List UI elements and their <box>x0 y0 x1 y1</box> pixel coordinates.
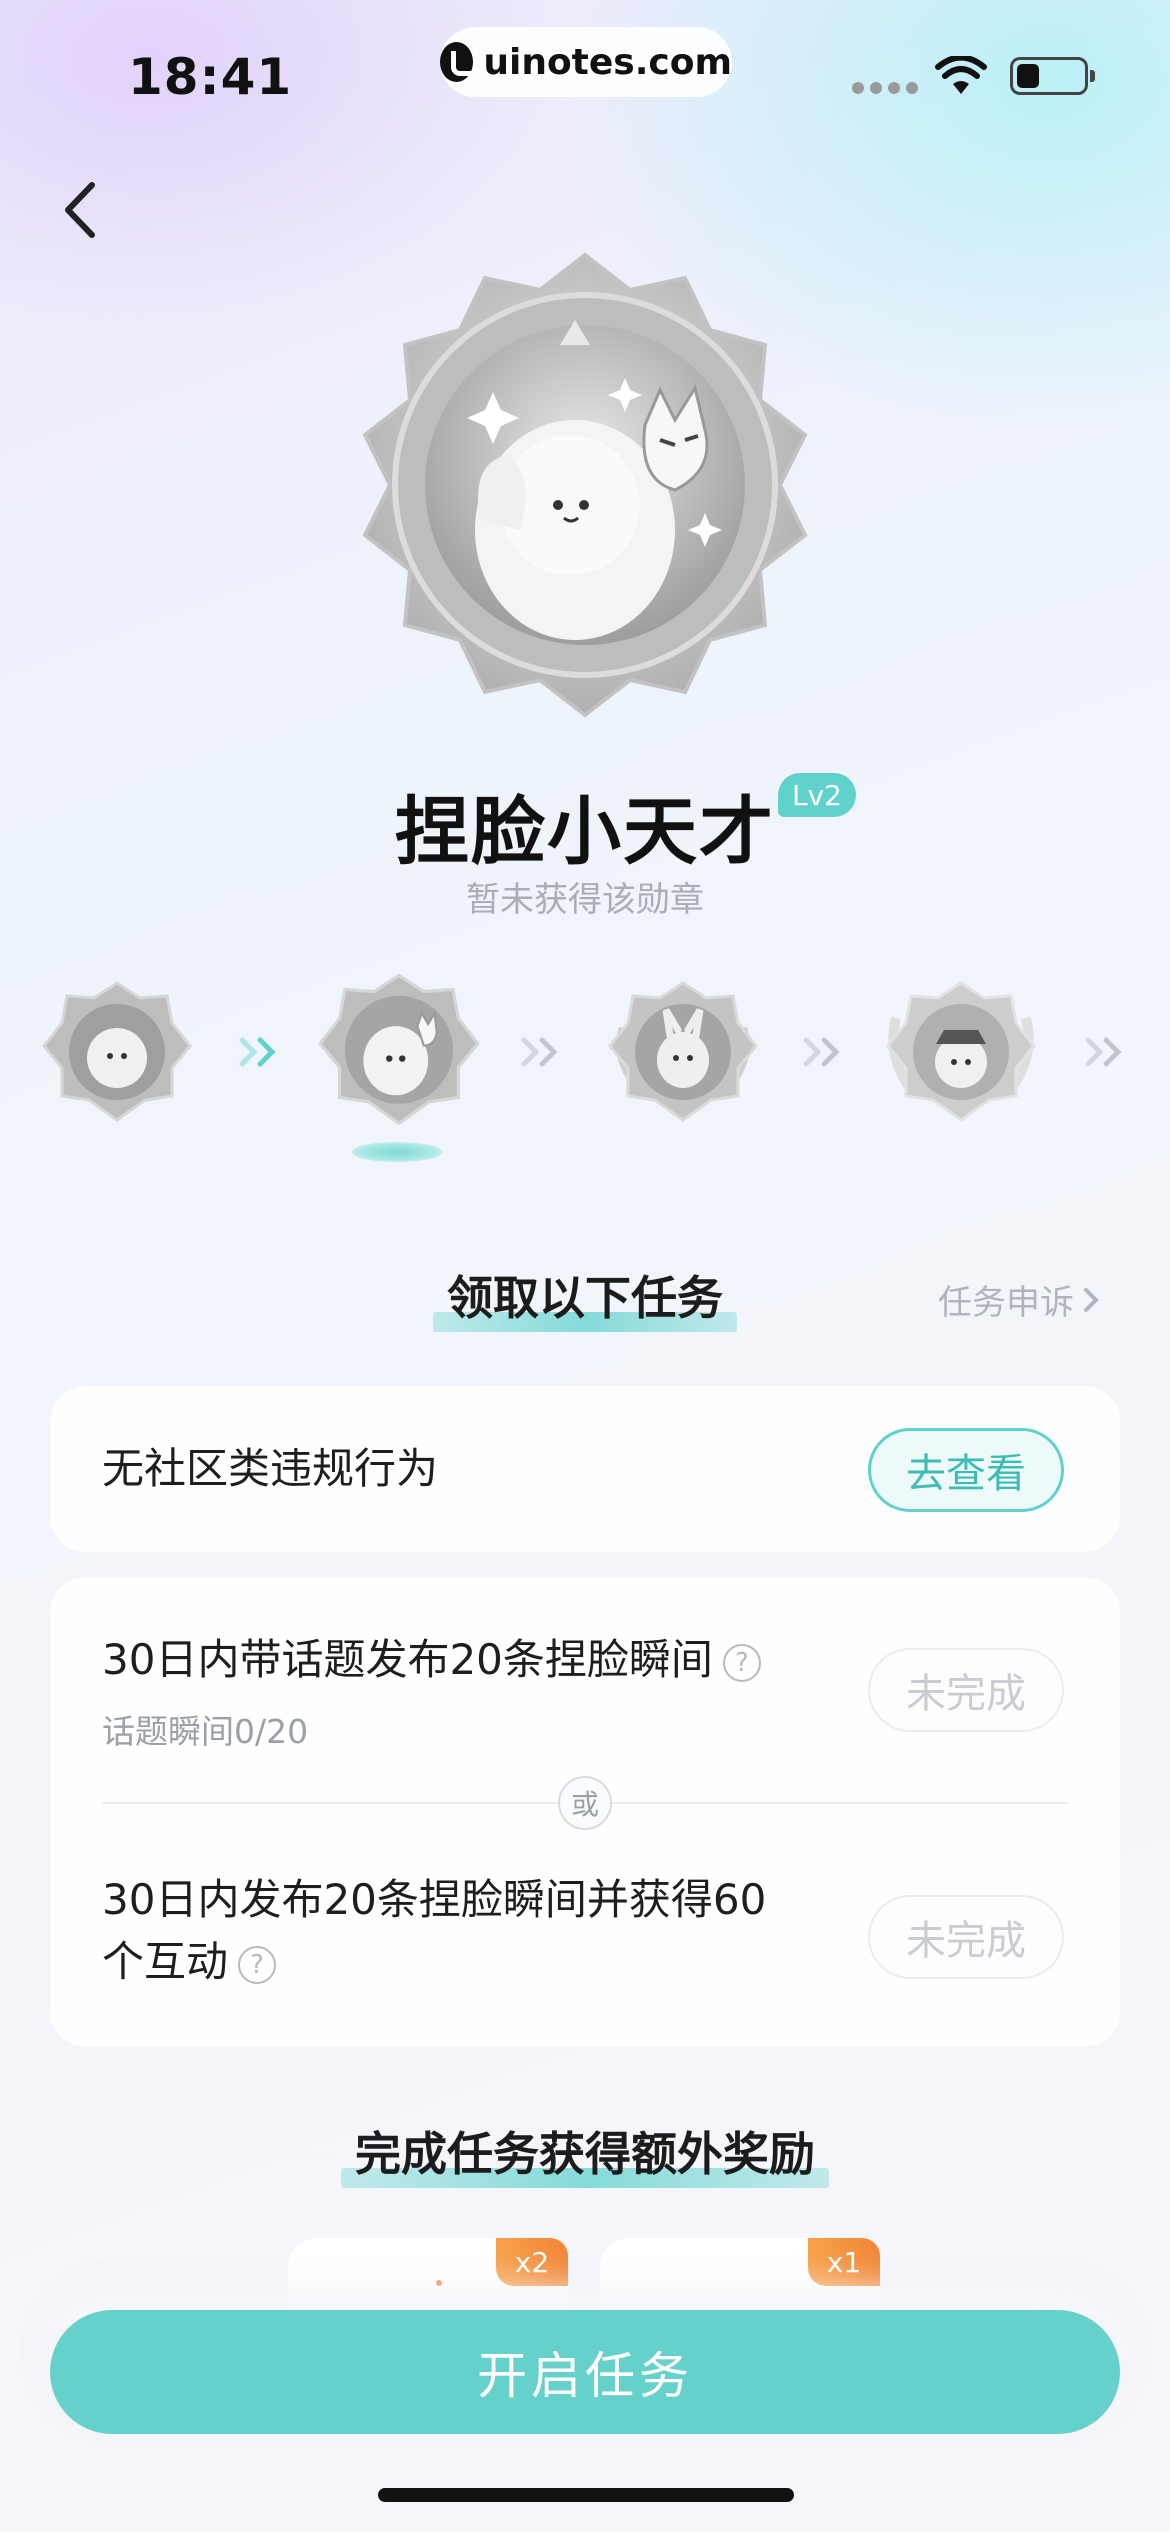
site-logo-icon <box>440 42 480 82</box>
chevron-double-right-icon <box>239 1037 276 1067</box>
chevron-double-right-icon <box>803 1037 840 1067</box>
signal-icon <box>852 82 918 94</box>
task-interaction-line2-row: 个互动? <box>102 1931 277 1993</box>
incomplete-button-interaction[interactable]: 未完成 <box>868 1895 1064 1979</box>
status-time: 18:41 <box>128 48 293 106</box>
rewards-section-title-text: 完成任务获得额外奖励 <box>341 2118 829 2188</box>
task-topic-text: 30日内带话题发布20条捏脸瞬间 <box>102 1635 713 1684</box>
reward-multiplier-tag: x1 <box>808 2238 880 2286</box>
chevron-right-icon <box>1084 1287 1099 1312</box>
badge-title-row: 捏脸小天才 <box>0 772 1170 879</box>
url-pill[interactable]: uinotes.com <box>440 27 732 97</box>
task-appeal-label: 任务申诉 <box>938 1283 1074 1323</box>
level-1-badge[interactable] <box>42 978 192 1128</box>
help-icon[interactable]: ? <box>238 1945 277 1984</box>
wifi-icon <box>935 56 987 94</box>
task-interaction-line1: 30日内发布20条捏脸瞬间并获得60 <box>102 1875 767 1924</box>
task-appeal-link[interactable]: 任务申诉 <box>938 1275 1102 1324</box>
reward-multiplier-tag: x2 <box>496 2238 568 2286</box>
tasks-section-title-text: 领取以下任务 <box>433 1262 737 1332</box>
badge-status: 暂未获得该勋章 <box>466 880 704 920</box>
start-task-button[interactable]: 开启任务 <box>50 2310 1120 2434</box>
incomplete-button-topic[interactable]: 未完成 <box>868 1648 1064 1732</box>
battery-icon <box>1010 57 1095 95</box>
rewards-section-title: 完成任务获得额外奖励 <box>0 2118 1170 2188</box>
task-topic-progress: 话题瞬间0/20 <box>102 1712 309 1751</box>
view-button[interactable]: 去查看 <box>868 1428 1064 1512</box>
level-tag: Lv2 <box>778 773 856 817</box>
chevron-double-right-icon <box>521 1037 558 1067</box>
task-community-text: 无社区类违规行为 <box>102 1444 439 1493</box>
help-icon[interactable]: ? <box>722 1643 761 1682</box>
task-topic-row: 30日内带话题发布20条捏脸瞬间? <box>102 1629 761 1691</box>
level-4-badge[interactable] <box>886 978 1036 1128</box>
or-label: 或 <box>558 1776 612 1830</box>
task-interaction-line2: 个互动 <box>102 1937 229 1986</box>
chevron-double-right-icon <box>1085 1037 1122 1067</box>
level-3-badge[interactable] <box>608 978 758 1128</box>
active-level-indicator <box>352 1142 442 1162</box>
url-text: uinotes.com <box>483 41 732 83</box>
reward-dot <box>436 2280 442 2286</box>
home-indicator <box>378 2488 794 2502</box>
back-arrow-icon[interactable] <box>52 175 112 245</box>
hero-badge-image <box>362 252 808 718</box>
level-2-badge[interactable] <box>318 970 480 1132</box>
badge-title: 捏脸小天才 <box>395 789 775 875</box>
